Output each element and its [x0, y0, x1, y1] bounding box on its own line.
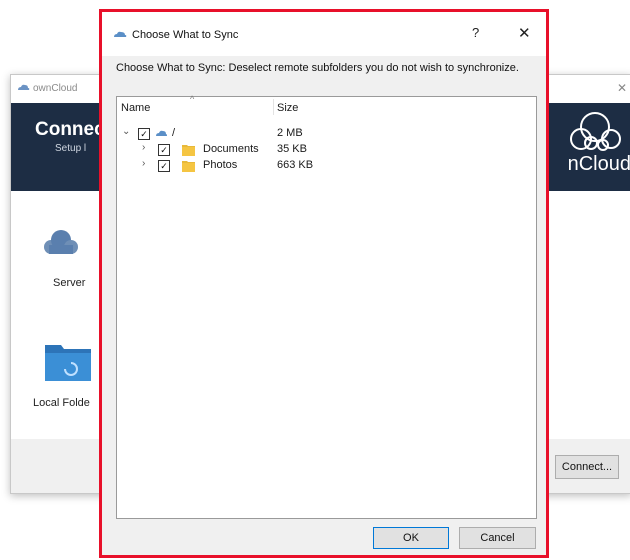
dialog-titlebar: Choose What to Sync ? ✕	[102, 12, 546, 56]
expanded-chevron-icon[interactable]: ⌄	[122, 126, 130, 137]
tree-row-root[interactable]: ⌄ ✓ / 2 MB	[117, 126, 536, 142]
bg-header-subtitle: Setup l	[55, 143, 87, 154]
documents-checkbox[interactable]: ✓	[158, 144, 170, 156]
local-folder-label: Local Folde	[33, 397, 90, 409]
sort-caret-icon: ^	[190, 94, 195, 104]
bg-window-title: ownCloud	[33, 83, 78, 94]
bg-header-title: Connec	[35, 119, 105, 140]
connect-button[interactable]: Connect...	[555, 455, 619, 479]
tree-item-size: 2 MB	[277, 127, 303, 139]
column-header-size[interactable]: Size	[277, 102, 298, 114]
folder-tree[interactable]: Name ^ Size ⌄ ✓ / 2 MB › ✓ Documents 35 …	[116, 94, 537, 519]
folder-icon	[182, 145, 195, 156]
tree-item-size: 35 KB	[277, 143, 307, 155]
cloud-icon	[156, 130, 167, 136]
owncloud-cloud-icon	[18, 84, 30, 90]
cancel-button[interactable]: Cancel	[459, 527, 536, 549]
folder-icon	[182, 161, 195, 172]
help-icon[interactable]: ?	[472, 25, 479, 40]
logo-text: nCloud	[567, 153, 630, 175]
tree-row-photos[interactable]: › ✓ Photos 663 KB	[117, 158, 536, 174]
server-cloud-icon	[44, 230, 78, 254]
tree-item-size: 663 KB	[277, 159, 314, 171]
ok-button[interactable]: OK	[373, 527, 449, 549]
root-checkbox[interactable]: ✓	[138, 128, 150, 140]
dialog-description: Choose What to Sync: Deselect remote sub…	[116, 62, 519, 74]
photos-checkbox[interactable]: ✓	[158, 160, 170, 172]
column-header-name[interactable]: Name	[121, 102, 150, 114]
owncloud-cloud-icon	[114, 31, 127, 37]
choose-what-to-sync-dialog: Choose What to Sync ? ✕ Choose What to S…	[99, 9, 549, 558]
column-separator[interactable]	[273, 99, 274, 115]
collapsed-chevron-icon[interactable]: ›	[142, 158, 145, 169]
collapsed-chevron-icon[interactable]: ›	[142, 142, 145, 153]
dialog-title: Choose What to Sync	[132, 29, 239, 41]
tree-item-name: Photos	[203, 159, 238, 171]
tree-item-name: /	[172, 127, 176, 139]
server-label: Server	[53, 277, 86, 289]
tree-item-name: Documents	[203, 143, 259, 155]
owncloud-logo-icon	[570, 112, 621, 151]
bg-close-icon[interactable]: ✕	[617, 81, 627, 95]
tree-row-documents[interactable]: › ✓ Documents 35 KB	[117, 142, 536, 158]
close-icon[interactable]: ✕	[518, 24, 531, 42]
local-folder-icon	[45, 345, 91, 381]
